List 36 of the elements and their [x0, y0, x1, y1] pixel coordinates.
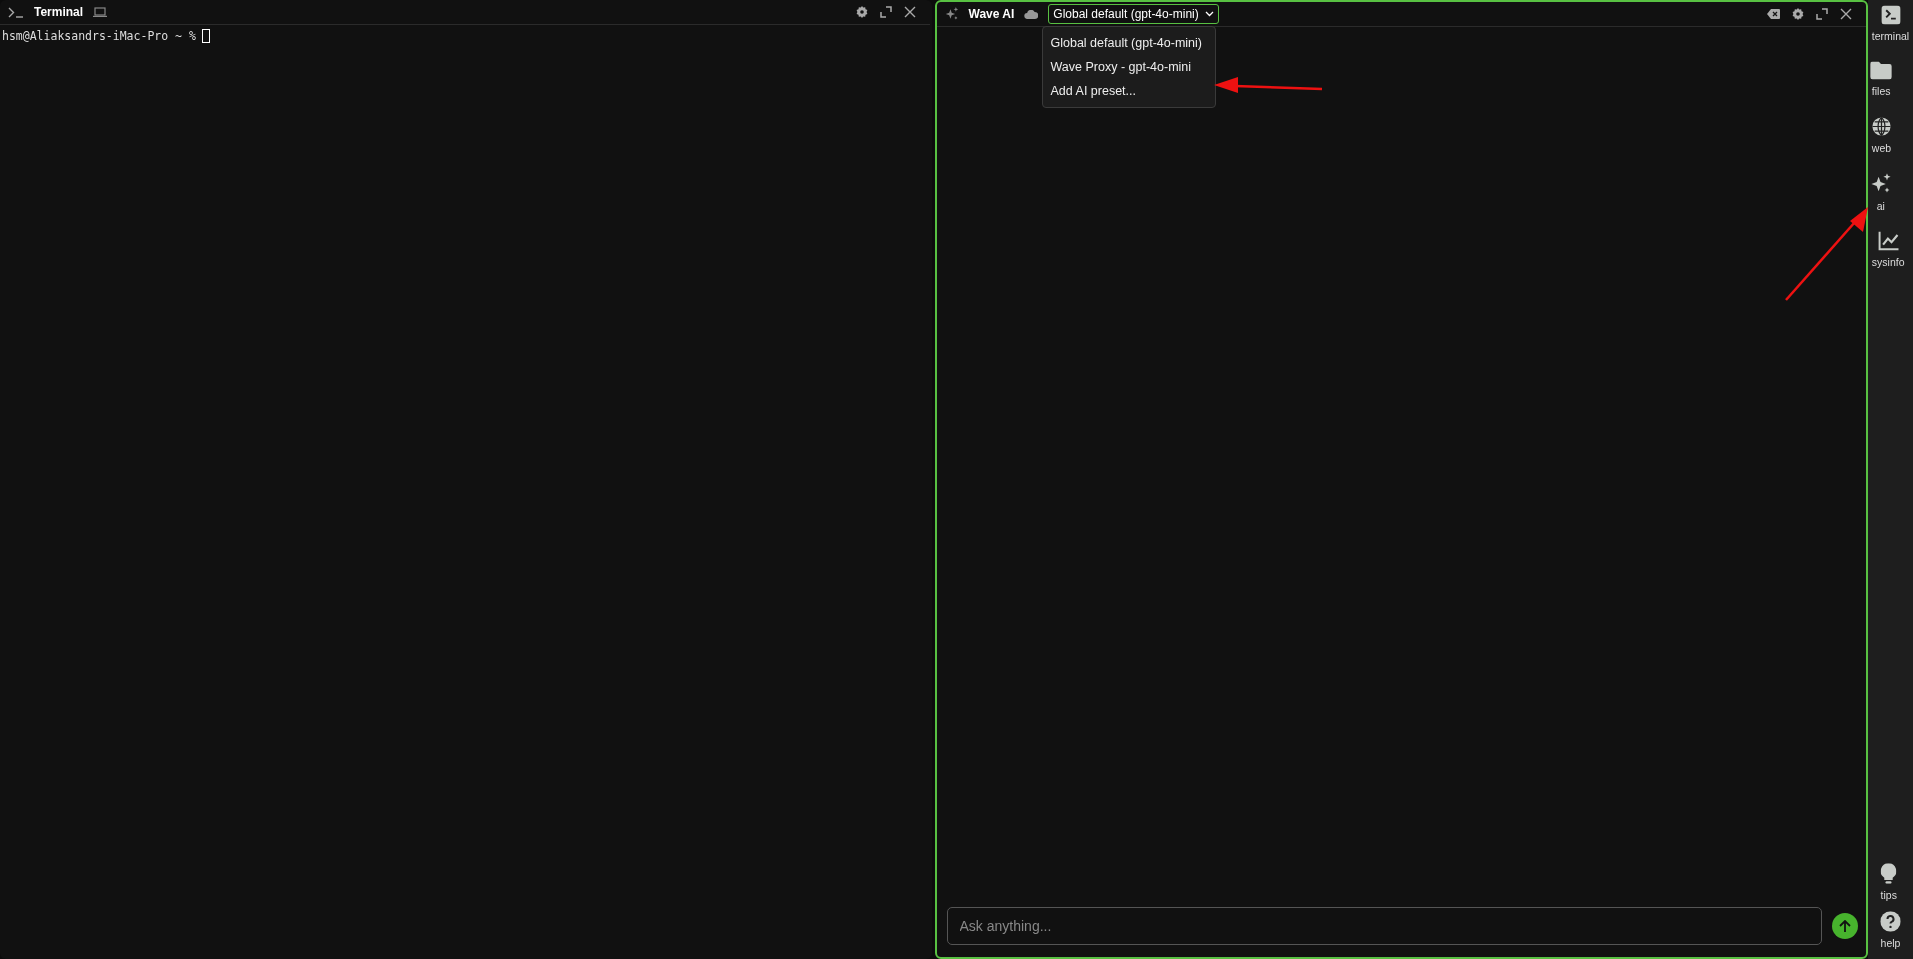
close-icon[interactable] [903, 6, 916, 18]
dropdown-option[interactable]: Add AI preset... [1042, 79, 1215, 103]
pane-title: Wave AI [968, 7, 1015, 21]
maximize-icon[interactable] [1816, 8, 1829, 20]
close-icon[interactable] [1840, 8, 1853, 20]
widget-button[interactable]: sysinfo [1871, 233, 1905, 268]
widget-button[interactable]: files [1871, 63, 1891, 97]
maximize-icon[interactable] [879, 6, 892, 18]
lightbulb-icon [1880, 863, 1897, 884]
folder-icon [1870, 61, 1892, 80]
settings-icon[interactable] [1792, 8, 1805, 20]
widget-button[interactable]: ai [1871, 175, 1890, 212]
line-chart-icon [1877, 231, 1899, 251]
shell-prompt: hsm@Aliaksandrs-iMac-Pro ~ % [2, 29, 196, 43]
terminal-prompt-icon [8, 6, 24, 18]
settings-icon[interactable] [855, 6, 868, 18]
widget-button[interactable]: web [1871, 118, 1892, 154]
widget-button[interactable]: terminal [1871, 7, 1910, 42]
arrow-up-icon [1839, 919, 1852, 933]
cloud-icon [1024, 9, 1039, 19]
terminal-icon [1880, 5, 1901, 25]
ask-input-field[interactable]: Ask anything... [946, 907, 1823, 945]
clear-icon[interactable] [1767, 9, 1781, 19]
pane-title: Terminal [34, 5, 84, 19]
chevron-down-icon [1204, 11, 1214, 17]
text-cursor [201, 29, 210, 43]
widget-button[interactable]: tips [1880, 865, 1897, 901]
laptop-icon[interactable] [93, 7, 108, 17]
dropdown-option[interactable]: Wave Proxy - gpt-4o-mini [1042, 55, 1215, 79]
widget-button[interactable]: help [1880, 913, 1901, 949]
preset-dropdown[interactable]: Global default (gpt-4o-mini) [1048, 4, 1219, 24]
sparkles-icon [944, 7, 959, 21]
dropdown-option[interactable]: Global default (gpt-4o-mini) [1042, 31, 1215, 55]
help-icon [1880, 911, 1901, 932]
globe-icon [1871, 116, 1892, 137]
send-button[interactable] [1832, 913, 1859, 939]
